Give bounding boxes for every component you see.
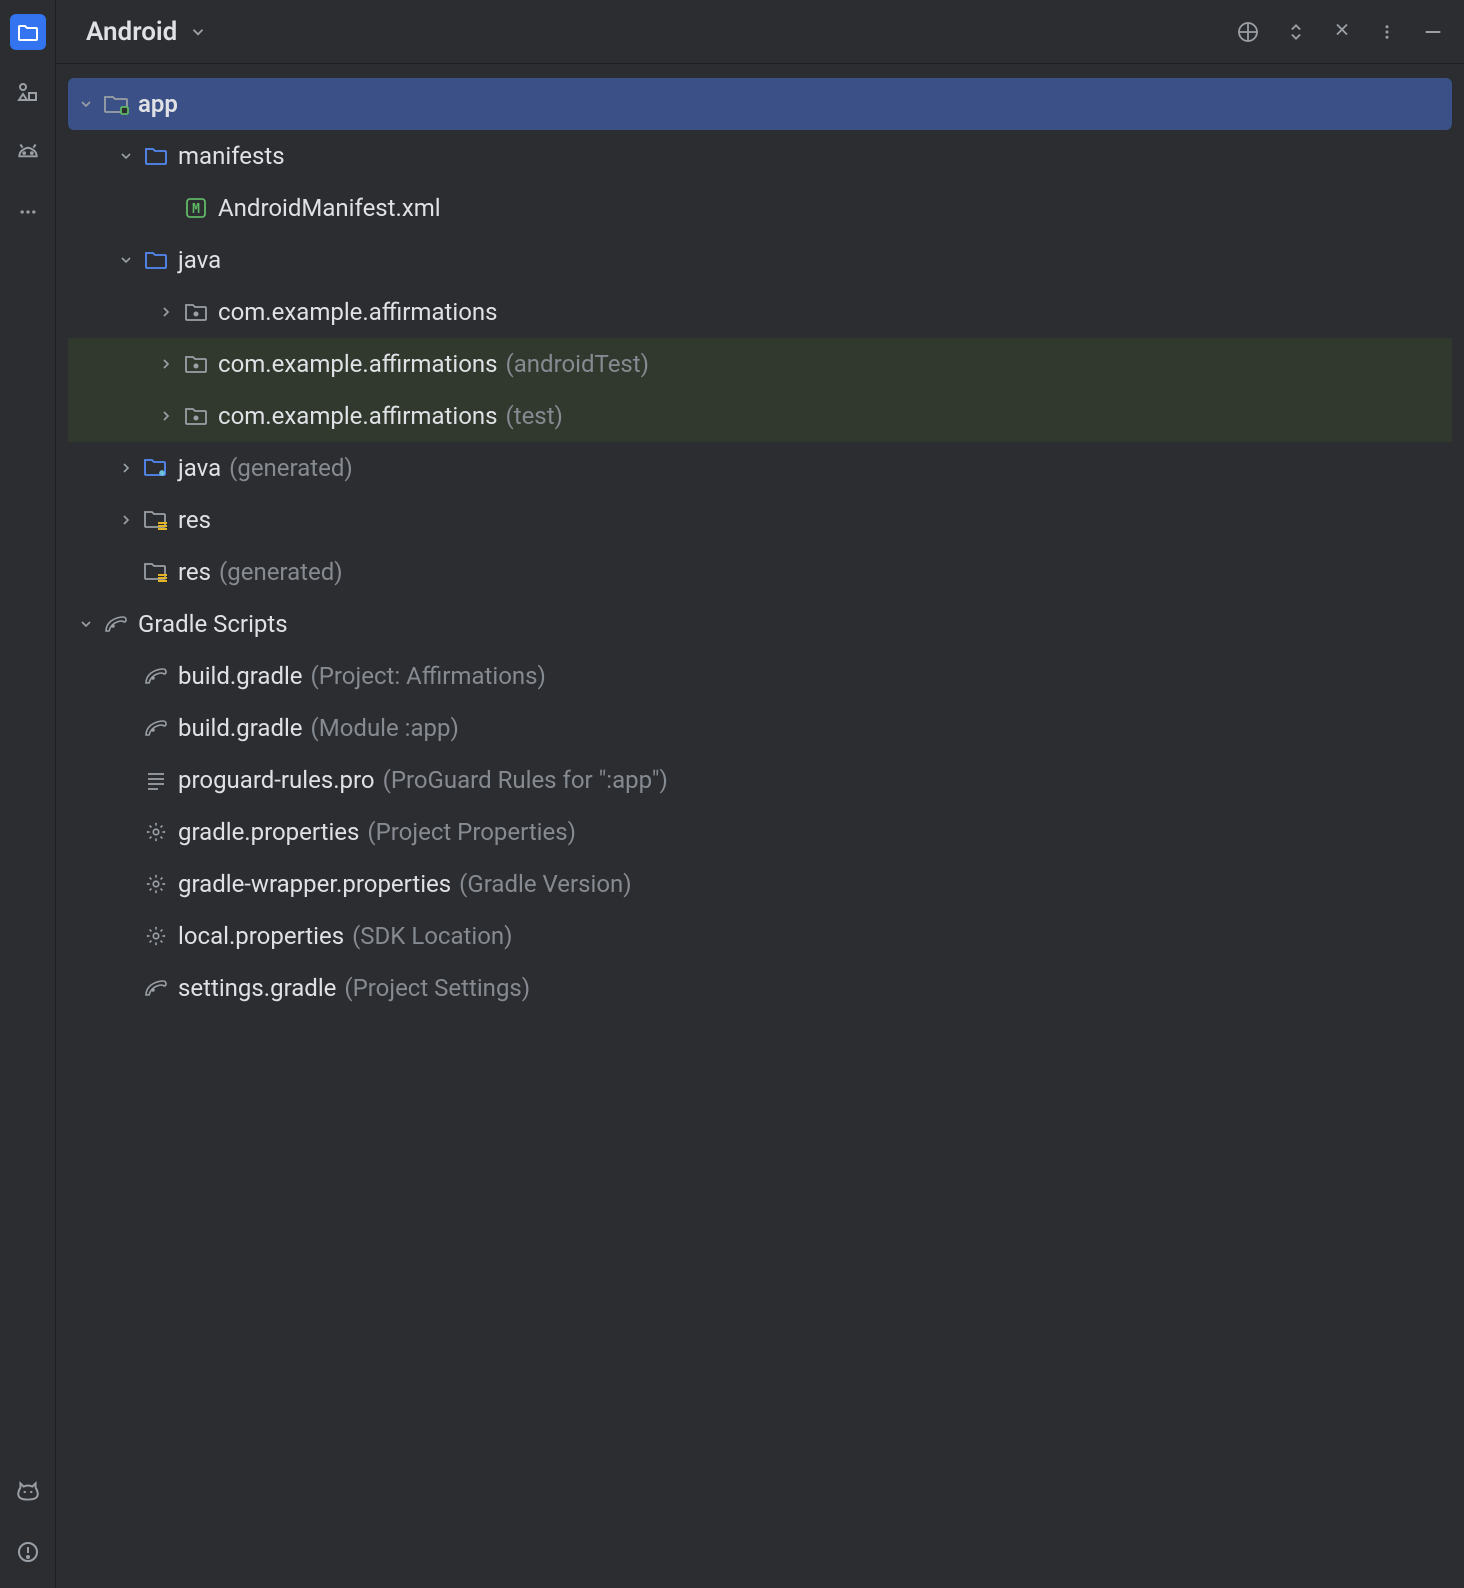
more-tool-button[interactable] [10,194,46,230]
tree-node-wrapper-properties[interactable]: gradle-wrapper.properties (Gradle Versio… [68,858,1452,910]
gradle-icon [102,610,130,638]
tree-label: gradle.properties [178,818,359,846]
gradle-icon [142,714,170,742]
tree-label: gradle-wrapper.properties [178,870,451,898]
tree-suffix: (SDK Location) [352,922,512,950]
structure-tool-button[interactable] [10,74,46,110]
tree-label: com.example.affirmations [218,402,498,430]
folder-icon [142,246,170,274]
project-panel-header: Android [56,0,1464,64]
tree-node-build-gradle-project[interactable]: build.gradle (Project: Affirmations) [68,650,1452,702]
tree-label: proguard-rules.pro [178,766,375,794]
tree-node-res-generated[interactable]: res (generated) [68,546,1452,598]
tree-suffix: (Module :app) [311,714,459,742]
tree-label: settings.gradle [178,974,336,1002]
tree-suffix: (generated) [229,454,353,482]
package-icon [182,350,210,378]
tree-suffix: (test) [506,402,563,430]
settings-menu-button[interactable] [1378,23,1396,41]
tree-node-settings-gradle[interactable]: settings.gradle (Project Settings) [68,962,1452,1014]
text-file-icon [142,766,170,794]
collapse-all-button[interactable] [1332,22,1352,42]
tree-label: res [178,558,211,586]
tree-node-package-main[interactable]: com.example.affirmations [68,286,1452,338]
tree-label: local.properties [178,922,344,950]
project-panel: Android [56,0,1464,1588]
problems-tool-button[interactable] [10,1534,46,1570]
minimize-panel-button[interactable] [1422,21,1444,43]
tree-node-java[interactable]: java [68,234,1452,286]
tree-node-proguard[interactable]: proguard-rules.pro (ProGuard Rules for "… [68,754,1452,806]
project-view-dropdown-icon[interactable] [189,23,207,41]
tree-suffix: (generated) [219,558,343,586]
tree-suffix: (Gradle Version) [459,870,631,898]
tree-label: manifests [178,142,285,170]
resource-folder-icon [142,506,170,534]
generated-folder-icon [142,454,170,482]
tree-label: com.example.affirmations [218,350,498,378]
chevron-down-icon [76,94,96,114]
folder-icon [142,142,170,170]
select-opened-file-button[interactable] [1236,20,1260,44]
chevron-right-icon [156,406,176,426]
tree-node-manifests[interactable]: manifests [68,130,1452,182]
android-tool-button[interactable] [10,134,46,170]
tree-suffix: (Project: Affirmations) [311,662,546,690]
resource-folder-icon [142,558,170,586]
chevron-right-icon [116,510,136,530]
tree-label: Gradle Scripts [138,610,288,638]
tree-label: res [178,506,211,534]
tree-label: AndroidManifest.xml [218,194,441,222]
tree-label: app [138,90,178,118]
package-icon [182,402,210,430]
svg-text:M: M [192,202,200,217]
gradle-icon [142,974,170,1002]
tree-label: java [178,246,221,274]
package-icon [182,298,210,326]
tree-node-package-androidtest[interactable]: com.example.affirmations (androidTest) [68,338,1452,390]
tool-window-sidebar [0,0,56,1588]
project-view-title[interactable]: Android [86,17,177,47]
tree-label: java [178,454,221,482]
gear-icon [142,922,170,950]
cat-tool-button[interactable] [10,1474,46,1510]
tree-node-build-gradle-module[interactable]: build.gradle (Module :app) [68,702,1452,754]
manifest-file-icon: M [182,194,210,222]
tree-node-local-properties[interactable]: local.properties (SDK Location) [68,910,1452,962]
chevron-right-icon [156,302,176,322]
tree-node-java-generated[interactable]: java (generated) [68,442,1452,494]
tree-label: build.gradle [178,714,303,742]
tree-node-res[interactable]: res [68,494,1452,546]
gear-icon [142,818,170,846]
chevron-down-icon [76,614,96,634]
tree-suffix: (androidTest) [506,350,650,378]
tree-suffix: (Project Settings) [344,974,530,1002]
project-tree: app manifests M Androi [56,64,1464,1588]
chevron-down-icon [116,250,136,270]
module-folder-icon [102,90,130,118]
tree-node-package-test[interactable]: com.example.affirmations (test) [68,390,1452,442]
tree-node-android-manifest[interactable]: M AndroidManifest.xml [68,182,1452,234]
chevron-right-icon [116,458,136,478]
expand-collapse-button[interactable] [1286,22,1306,42]
project-tool-button[interactable] [10,14,46,50]
chevron-right-icon [156,354,176,374]
tree-label: com.example.affirmations [218,298,498,326]
gradle-icon [142,662,170,690]
tree-node-app[interactable]: app [68,78,1452,130]
tree-suffix: (ProGuard Rules for ":app") [383,766,668,794]
tree-node-gradle-scripts[interactable]: Gradle Scripts [68,598,1452,650]
chevron-down-icon [116,146,136,166]
tree-node-gradle-properties[interactable]: gradle.properties (Project Properties) [68,806,1452,858]
tree-label: build.gradle [178,662,303,690]
gear-icon [142,870,170,898]
tree-suffix: (Project Properties) [367,818,576,846]
